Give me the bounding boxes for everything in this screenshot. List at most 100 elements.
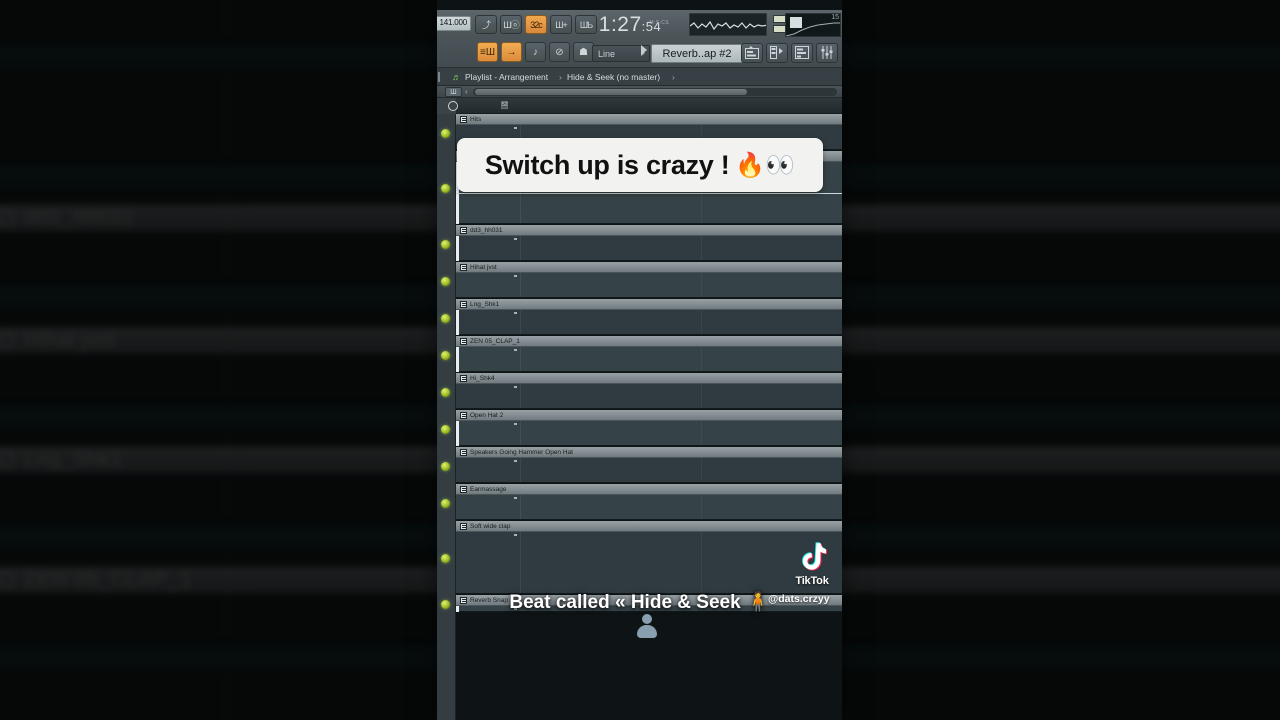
track-name-label: ZEN 05_CLAP_1 — [470, 338, 520, 345]
track-header[interactable]: dd3_hh031 — [456, 225, 842, 236]
paint-tool-button[interactable]: ⊘ — [549, 42, 570, 62]
timeline-ruler[interactable]: 52 — [437, 98, 842, 114]
tempo-field[interactable]: 141.000 — [437, 16, 471, 31]
track-lane[interactable] — [456, 384, 842, 409]
horizontal-scrollbar[interactable] — [473, 88, 837, 96]
track-enable-led[interactable] — [441, 277, 450, 286]
playlist-track: Hi_Shk4 — [456, 373, 842, 410]
track-lane[interactable] — [456, 421, 842, 446]
clip-marker — [514, 127, 517, 129]
track-menu-icon[interactable] — [460, 227, 467, 234]
mute-tool-button[interactable]: ☗ — [573, 42, 594, 62]
snap-magnet-icon[interactable]: ⤴ — [475, 15, 497, 34]
draw-tool-button[interactable]: ♪ — [525, 42, 546, 62]
snap-value: Line — [598, 49, 616, 59]
playlist-panel-icon[interactable] — [741, 43, 763, 63]
audio-clip-waveform[interactable] — [456, 193, 842, 194]
track-menu-icon[interactable] — [460, 375, 467, 382]
track-enable-led[interactable] — [441, 129, 450, 138]
track-name-label: Lng_Shk1 — [470, 301, 500, 308]
wait-for-input-icon[interactable]: 32c — [525, 15, 547, 34]
grid-line — [520, 236, 521, 260]
count-in-icon[interactable]: Ш+ — [550, 15, 572, 34]
track-selection-bar[interactable] — [456, 347, 459, 372]
tiktok-wordmark: TikTok — [795, 575, 829, 587]
track-header[interactable]: Hihat jvst — [456, 262, 842, 273]
track-enable-led[interactable] — [441, 351, 450, 360]
track-lane[interactable] — [456, 532, 842, 594]
track-enable-led[interactable] — [441, 554, 450, 563]
track-header[interactable]: Speakers Going Hammer Open Hat — [456, 447, 842, 458]
track-enable-led[interactable] — [441, 184, 450, 193]
grid-line — [701, 495, 702, 519]
track-selection-bar[interactable] — [456, 310, 459, 335]
track-lane[interactable] — [456, 495, 842, 520]
track-lane[interactable] — [456, 236, 842, 261]
scrollbar-thumb[interactable] — [475, 89, 747, 95]
track-header[interactable]: Hits — [456, 114, 842, 125]
pattern-prev-icon[interactable] — [641, 45, 647, 55]
track-enable-led[interactable] — [441, 314, 450, 323]
playlist-track: Open Hat 2 — [456, 410, 842, 447]
metronome-icon[interactable]: Шⓞ — [500, 15, 522, 34]
track-selection-bar[interactable] — [456, 421, 459, 446]
breadcrumb-item-arrangement[interactable]: Hide & Seek (no master) — [567, 68, 660, 85]
track-menu-icon[interactable] — [460, 264, 467, 271]
toolbar-row-transport: 141.000 ⤴ Шⓞ 32c Ш+ ШƄ 1:27:54 M:S:CS 15 — [437, 12, 842, 38]
time-display[interactable]: 1:27:54 M:S:CS — [589, 11, 671, 38]
mixer-panel-icon[interactable] — [816, 43, 838, 63]
background-grid-line — [225, 429, 228, 521]
grid-line — [701, 421, 702, 445]
track-header[interactable]: Earmassage — [456, 484, 842, 495]
track-menu-icon[interactable] — [460, 449, 467, 456]
track-menu-icon[interactable] — [460, 412, 467, 419]
track-menu-icon[interactable] — [460, 116, 467, 123]
track-enable-led[interactable] — [441, 499, 450, 508]
track-lane[interactable] — [456, 347, 842, 372]
track-lane[interactable] — [456, 458, 842, 483]
track-enable-led[interactable] — [441, 388, 450, 397]
track-header[interactable]: Open Hat 2 — [456, 410, 842, 421]
track-header[interactable]: ZEN 05_CLAP_1 — [456, 336, 842, 347]
grid-line — [520, 421, 521, 445]
track-lane[interactable] — [456, 273, 842, 298]
track-menu-icon[interactable] — [460, 486, 467, 493]
tiktok-logo-icon — [802, 542, 827, 571]
song-mode-button[interactable]: → — [501, 42, 522, 62]
grid-line — [701, 236, 702, 260]
track-menu-icon[interactable] — [460, 523, 467, 530]
playlist-menu-icon[interactable]: Ш — [445, 87, 462, 97]
clip-marker — [514, 386, 517, 388]
playlist-scroll-bar[interactable]: Ш ‹ — [437, 86, 842, 98]
background-track-menu-icon — [0, 209, 14, 226]
track-selection-bar[interactable] — [456, 236, 459, 261]
fire-eyes-emoji: 🔥👀 — [735, 151, 796, 179]
track-enable-led[interactable] — [441, 425, 450, 434]
pattern-selector[interactable]: Reverb..ap #2 — [651, 44, 743, 63]
pattern-mode-button[interactable]: ≡Ш — [477, 42, 498, 62]
track-header[interactable]: Soft wide clap — [456, 521, 842, 532]
record-led-icon — [448, 101, 458, 111]
clip-marker — [514, 497, 517, 499]
track-header[interactable]: Lng_Shk1 — [456, 299, 842, 310]
track-lane[interactable] — [456, 310, 842, 335]
screen-recording-canvas: Stringsdd3_hh031Hihat jvstLng_Shk1ZEN 05… — [0, 0, 1280, 720]
track-header[interactable]: Hi_Shk4 — [456, 373, 842, 384]
track-name-label: Earmassage — [470, 486, 507, 493]
bar-marker: 52 — [501, 101, 508, 109]
channel-rack-panel-icon[interactable] — [791, 43, 813, 63]
track-name-label: Hihat jvst — [470, 264, 497, 271]
track-menu-icon[interactable] — [460, 301, 467, 308]
track-enable-led[interactable] — [441, 240, 450, 249]
breadcrumb: ♬ Playlist - Arrangement › Hide & Seek (… — [437, 68, 842, 86]
playlist-track: ZEN 05_CLAP_1 — [456, 336, 842, 373]
clip-marker — [514, 534, 517, 536]
background-grid-line — [225, 308, 228, 401]
breadcrumb-item-playlist[interactable]: Playlist - Arrangement — [465, 68, 548, 85]
piano-roll-panel-icon[interactable] — [766, 43, 788, 63]
chevron-left-icon[interactable]: ‹ — [465, 88, 468, 96]
fl-toolbar: 141.000 ⤴ Шⓞ 32c Ш+ ШƄ 1:27:54 M:S:CS 15… — [437, 10, 842, 68]
track-enable-led[interactable] — [441, 462, 450, 471]
track-menu-icon[interactable] — [460, 338, 467, 345]
background-track-name: dd3_hh031 — [23, 205, 134, 230]
